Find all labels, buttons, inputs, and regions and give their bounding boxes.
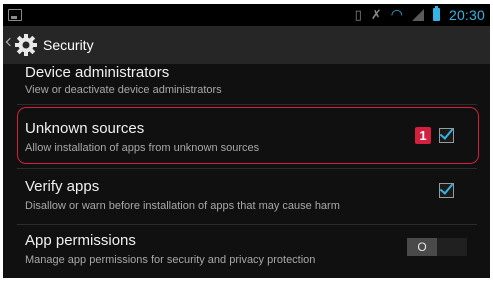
setting-verify-apps[interactable]: Verify apps Disallow or warn before inst… [3, 170, 490, 222]
app-permissions-toggle[interactable]: O [407, 238, 467, 256]
unknown-sources-checkbox[interactable] [439, 125, 454, 143]
setting-title: Unknown sources [25, 120, 145, 137]
setting-title: Device administrators [25, 64, 170, 81]
status-time: 20:30 [448, 6, 485, 23]
bluetooth-icon: ✗ [370, 6, 382, 22]
setting-summary: Allow installation of apps from unknown … [25, 142, 260, 154]
divider [17, 104, 477, 105]
android-screen: ▯ ✗ ◠ 20:30 Security Device administrato… [3, 4, 490, 278]
setting-device-administrators[interactable]: Device administrators View or deactivate… [3, 64, 490, 102]
annotation-badge: 1 [415, 127, 431, 144]
verify-apps-checkbox[interactable] [439, 180, 454, 198]
vibrate-icon: ▯ [354, 6, 362, 22]
toggle-thumb: O [407, 238, 437, 256]
setting-summary: View or deactivate device administrators [25, 84, 222, 96]
setting-summary: Manage app permissions for security and … [25, 254, 316, 266]
up-chevron-icon[interactable] [5, 37, 15, 47]
setting-summary: Disallow or warn before installation of … [25, 200, 340, 212]
battery-icon [432, 6, 440, 21]
status-icons: ▯ ✗ ◠ 20:30 [355, 6, 485, 23]
check-icon [439, 180, 454, 195]
signal-icon [411, 8, 424, 21]
wifi-icon: ◠ [390, 6, 403, 22]
settings-list: Device administrators View or deactivate… [3, 64, 490, 278]
gear-icon[interactable] [14, 33, 38, 57]
setting-title: Verify apps [25, 178, 100, 195]
divider [17, 168, 477, 169]
divider [17, 224, 477, 225]
status-bar: ▯ ✗ ◠ 20:30 [3, 4, 490, 26]
notification-icon [8, 9, 22, 21]
action-bar: Security [3, 26, 490, 64]
page-title: Security [43, 37, 94, 53]
check-icon [439, 125, 454, 140]
setting-title: App permissions [25, 232, 136, 249]
